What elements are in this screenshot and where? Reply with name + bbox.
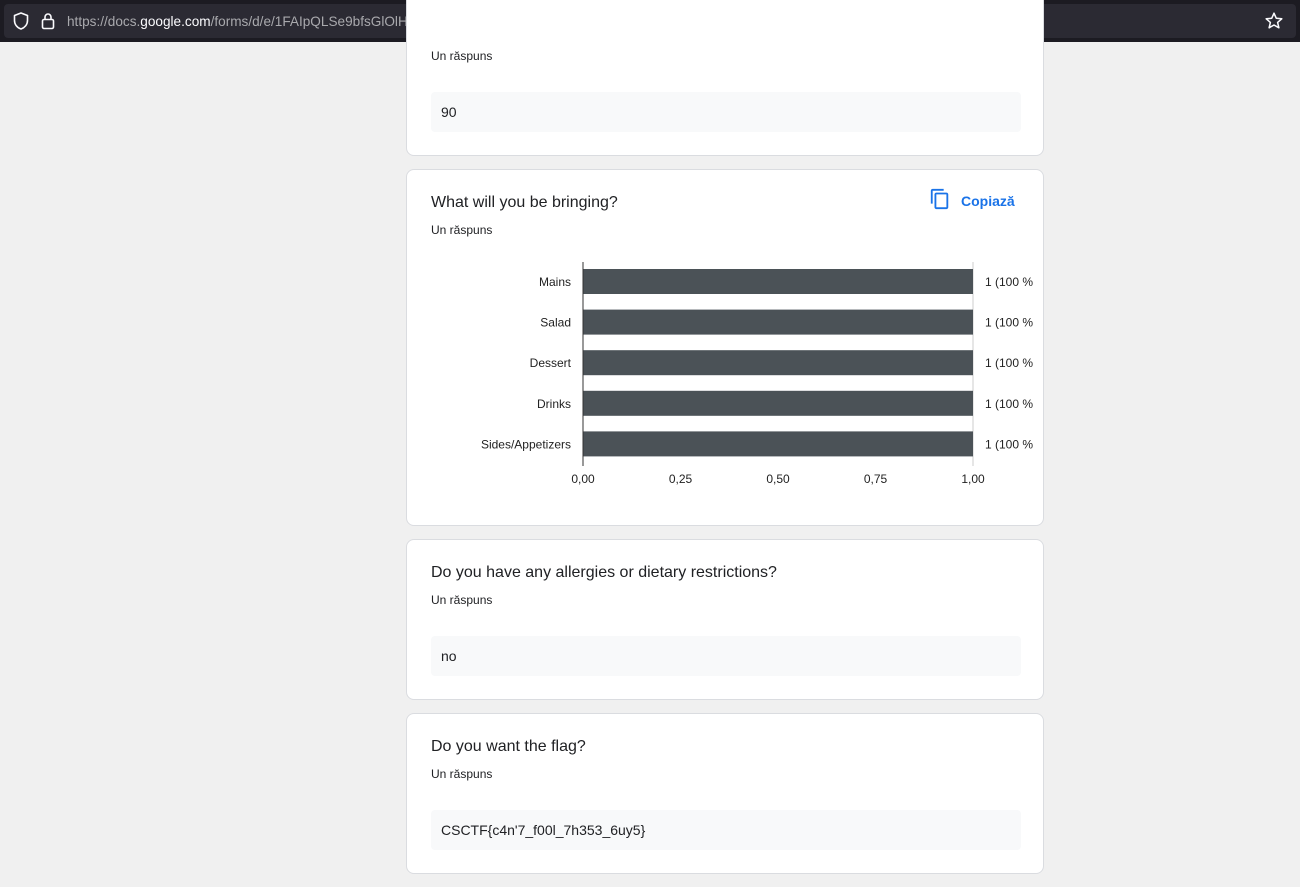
question-card-flag: Do you want the flag? Un răspuns CSCTF{c… (406, 713, 1044, 874)
bar (583, 431, 973, 457)
question-title: Do you have any allergies or dietary res… (431, 564, 777, 581)
category-label: Dessert (530, 356, 572, 370)
shield-icon[interactable] (11, 11, 31, 31)
lock-icon[interactable] (38, 11, 58, 31)
response-count: Un răspuns (431, 49, 493, 63)
category-label: Mains (539, 275, 571, 289)
bar (583, 269, 973, 294)
url-prefix: https://docs. (67, 14, 141, 29)
bar (583, 350, 973, 376)
response-answer: 90 (431, 92, 1021, 132)
question-title: What will you be bringing? (431, 194, 618, 211)
question-title: Do you want the flag? (431, 738, 586, 755)
bookmark-star-icon[interactable] (1264, 11, 1284, 31)
copy-label: Copiază (961, 193, 1015, 209)
data-label: 1 (100 % (985, 275, 1033, 289)
response-answer: no (431, 636, 1021, 676)
bar-chart: Mains 1 (100 % Salad 1 (100 % Dessert 1 (100 … (481, 262, 1033, 486)
response-count: Un răspuns (431, 767, 493, 781)
url-host: google.com (140, 14, 211, 29)
data-label: 1 (100 % (985, 397, 1033, 411)
copy-chart-button[interactable]: Copiază (929, 186, 1015, 216)
data-label: 1 (100 % (985, 316, 1033, 330)
response-count: Un răspuns (431, 593, 493, 607)
data-label: 1 (100 % (985, 356, 1033, 370)
x-tick-label: 0,75 (864, 472, 888, 486)
question-card-previous: Un răspuns 90 (406, 0, 1044, 156)
question-card-bringing: What will you be bringing? Un răspuns Co… (406, 169, 1044, 526)
category-label: Drinks (537, 397, 571, 411)
bar (583, 390, 973, 416)
x-tick-label: 0,25 (669, 472, 693, 486)
x-tick-label: 0,00 (571, 472, 595, 486)
copy-icon (929, 188, 951, 215)
category-label: Sides/Appetizers (481, 437, 571, 451)
x-tick-label: 0,50 (766, 472, 790, 486)
bar (583, 309, 973, 335)
question-card-allergies: Do you have any allergies or dietary res… (406, 539, 1044, 700)
response-count: Un răspuns (431, 223, 493, 237)
response-answer: CSCTF{c4n'7_f00l_7h353_6uy5} (431, 810, 1021, 850)
x-tick-label: 1,00 (961, 472, 985, 486)
category-label: Salad (540, 316, 571, 330)
data-label: 1 (100 % (985, 437, 1033, 451)
